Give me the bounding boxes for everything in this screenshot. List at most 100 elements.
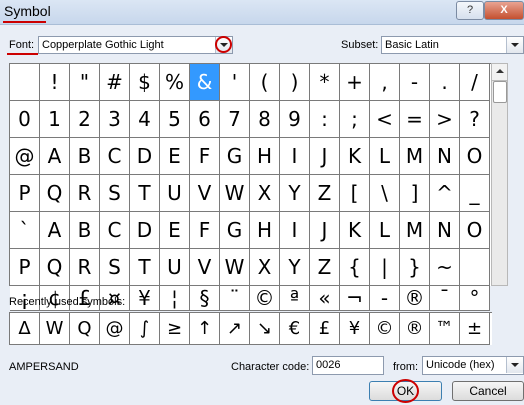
- symbol-cell[interactable]: B: [70, 138, 100, 175]
- symbol-cell[interactable]: ¦: [160, 286, 190, 311]
- symbol-cell[interactable]: 1: [40, 101, 70, 138]
- symbol-cell[interactable]: B: [70, 212, 100, 249]
- from-combo[interactable]: Unicode (hex): [422, 356, 524, 375]
- symbol-cell[interactable]: G: [220, 212, 250, 249]
- symbol-cell[interactable]: [: [340, 175, 370, 212]
- symbol-cell[interactable]: W: [220, 175, 250, 212]
- symbol-cell[interactable]: ~: [430, 249, 460, 286]
- symbol-cell[interactable]: U: [160, 175, 190, 212]
- recent-symbol-cell[interactable]: ↘: [250, 313, 280, 345]
- symbol-cell[interactable]: 6: [190, 101, 220, 138]
- symbol-cell[interactable]: N: [430, 212, 460, 249]
- symbol-cell[interactable]: _: [460, 175, 490, 212]
- recent-symbol-cell[interactable]: ↗: [220, 313, 250, 345]
- scroll-up-arrow-icon[interactable]: [492, 64, 507, 81]
- help-button[interactable]: ?: [456, 1, 484, 20]
- symbol-cell[interactable]: |: [370, 249, 400, 286]
- symbol-cell[interactable]: S: [100, 249, 130, 286]
- symbol-cell[interactable]: H: [250, 138, 280, 175]
- recent-symbol-cell[interactable]: Δ: [10, 313, 40, 345]
- symbol-cell[interactable]: T: [130, 249, 160, 286]
- recent-symbol-cell[interactable]: @: [100, 313, 130, 345]
- recent-symbol-cell[interactable]: ≥: [160, 313, 190, 345]
- symbol-cell[interactable]: -: [400, 64, 430, 101]
- symbol-cell[interactable]: I: [280, 212, 310, 249]
- symbol-cell[interactable]: 2: [70, 101, 100, 138]
- symbol-cell[interactable]: ¥: [130, 286, 160, 311]
- recent-symbol-cell[interactable]: ∫: [130, 313, 160, 345]
- symbol-cell[interactable]: Y: [280, 175, 310, 212]
- recent-symbol-cell[interactable]: £: [310, 313, 340, 345]
- symbol-cell[interactable]: J: [310, 212, 340, 249]
- recent-symbol-cell[interactable]: €: [280, 313, 310, 345]
- symbol-cell[interactable]: V: [190, 175, 220, 212]
- symbol-cell[interactable]: L: [370, 212, 400, 249]
- symbol-cell[interactable]: +: [340, 64, 370, 101]
- recent-symbol-cell[interactable]: ¥: [340, 313, 370, 345]
- symbol-cell[interactable]: Q: [40, 249, 70, 286]
- symbol-cell[interactable]: =: [400, 101, 430, 138]
- symbol-grid[interactable]: ! " # $% & '() * +, -./0 1 2 3 4 5 6 7 8 9:; < = >? @ A B C D E F G H…: [9, 63, 492, 311]
- symbol-cell[interactable]: ¨: [220, 286, 250, 311]
- symbol-cell[interactable]: F: [190, 212, 220, 249]
- symbol-cell[interactable]: M: [400, 138, 430, 175]
- symbol-cell[interactable]: }: [400, 249, 430, 286]
- symbol-cell[interactable]: I: [280, 138, 310, 175]
- recent-symbol-cell[interactable]: ↑: [190, 313, 220, 345]
- symbol-cell[interactable]: ^: [430, 175, 460, 212]
- symbol-cell[interactable]: \: [370, 175, 400, 212]
- symbol-cell[interactable]: ;: [340, 101, 370, 138]
- recent-symbol-cell[interactable]: ©: [370, 313, 400, 345]
- close-button[interactable]: X: [484, 1, 524, 20]
- symbol-cell[interactable]: D: [130, 138, 160, 175]
- symbol-cell[interactable]: 4: [130, 101, 160, 138]
- symbol-cell[interactable]: X: [250, 175, 280, 212]
- symbol-cell[interactable]: K: [340, 138, 370, 175]
- symbol-cell[interactable]: 8: [250, 101, 280, 138]
- subset-dropdown-button[interactable]: [506, 37, 523, 53]
- symbol-cell[interactable]: ©: [250, 286, 280, 311]
- symbol-cell[interactable]: ª: [280, 286, 310, 311]
- symbol-cell[interactable]: /: [460, 64, 490, 101]
- symbol-cell[interactable]: K: [340, 212, 370, 249]
- symbol-cell[interactable]: §: [190, 286, 220, 311]
- symbol-cell[interactable]: 5: [160, 101, 190, 138]
- recent-symbol-cell[interactable]: ®: [400, 313, 430, 345]
- cancel-button[interactable]: Cancel: [452, 381, 524, 401]
- symbol-cell[interactable]: M: [400, 212, 430, 249]
- symbol-cell[interactable]: #: [100, 64, 130, 101]
- symbol-cell[interactable]: {: [340, 249, 370, 286]
- symbol-cell[interactable]: O: [460, 212, 490, 249]
- symbol-cell[interactable]: D: [130, 212, 160, 249]
- symbol-cell[interactable]: O: [460, 138, 490, 175]
- symbol-cell[interactable]: Q: [40, 175, 70, 212]
- symbol-cell[interactable]: 0: [10, 101, 40, 138]
- symbol-cell[interactable]: «: [310, 286, 340, 311]
- symbol-cell[interactable]: ': [220, 64, 250, 101]
- symbol-cell[interactable]: G: [220, 138, 250, 175]
- symbol-cell[interactable]: A: [40, 138, 70, 175]
- symbol-cell[interactable]: 9: [280, 101, 310, 138]
- subset-combo[interactable]: Basic Latin: [381, 36, 524, 54]
- symbol-cell[interactable]: R: [70, 249, 100, 286]
- symbol-cell[interactable]: P: [10, 249, 40, 286]
- symbol-cell[interactable]: E: [160, 212, 190, 249]
- recent-symbol-cell[interactable]: W: [40, 313, 70, 345]
- symbol-cell[interactable]: ,: [370, 64, 400, 101]
- symbol-grid-scrollbar[interactable]: [491, 63, 508, 286]
- recent-symbol-cell[interactable]: ™: [430, 313, 460, 345]
- symbol-cell[interactable]: J: [310, 138, 340, 175]
- symbol-cell[interactable]: E: [160, 138, 190, 175]
- symbol-cell[interactable]: N: [430, 138, 460, 175]
- symbol-cell[interactable]: :: [310, 101, 340, 138]
- symbol-cell[interactable]: <: [370, 101, 400, 138]
- symbol-cell[interactable]: (: [250, 64, 280, 101]
- from-dropdown-button[interactable]: [506, 357, 523, 373]
- scroll-thumb[interactable]: [493, 81, 507, 103]
- recent-symbol-cell[interactable]: ±: [460, 313, 490, 345]
- symbol-cell[interactable]: Z: [310, 249, 340, 286]
- symbol-cell[interactable]: >: [430, 101, 460, 138]
- symbol-cell[interactable]: R: [70, 175, 100, 212]
- symbol-cell[interactable]: W: [220, 249, 250, 286]
- symbol-cell[interactable]: ]: [400, 175, 430, 212]
